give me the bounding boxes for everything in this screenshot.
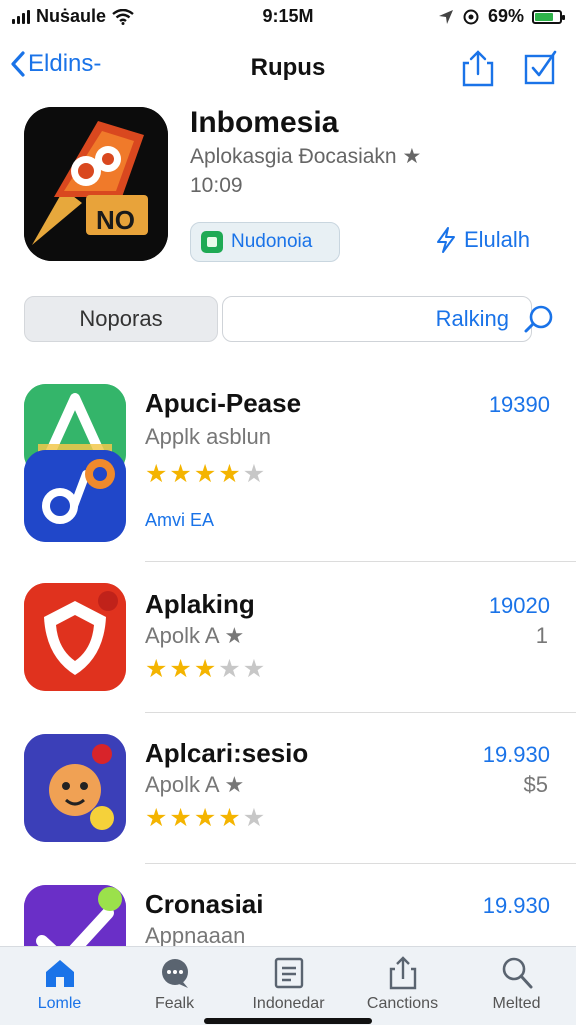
tab-lomle[interactable]: Lomle xyxy=(2,955,117,1013)
star-filled-icon: ★ xyxy=(193,460,217,488)
segment-noporas[interactable]: Noporas xyxy=(24,296,218,342)
tab-bar: Lomle Fealk Indonedar Canctions Melted xyxy=(0,946,576,1025)
tab-label: Melted xyxy=(492,995,541,1012)
app-icon-1b xyxy=(24,450,126,542)
star-empty-icon: ★ xyxy=(218,655,241,683)
battery-fill xyxy=(535,12,553,21)
divider xyxy=(145,561,576,562)
battery-percent: 69% xyxy=(487,6,524,26)
share-icon[interactable] xyxy=(460,48,496,88)
home-icon xyxy=(45,960,74,987)
app-icon-2 xyxy=(24,583,126,691)
status-bar: Nuṡaule 9:15M 69% xyxy=(0,0,576,34)
list-item-subtitle: Applk asblun xyxy=(145,424,271,449)
document-icon xyxy=(274,957,303,989)
search-icon xyxy=(502,957,532,989)
app-icon[interactable]: NO xyxy=(24,107,168,261)
svg-text:NO: NO xyxy=(96,205,135,235)
list-item-subtitle: Apolk A ★ xyxy=(145,623,245,648)
search-icon[interactable] xyxy=(522,302,556,336)
list-item[interactable]: Aplaking Apolk A ★ ★ ★ ★ ★ ★ 19020 1 xyxy=(0,563,576,713)
rating-stars: ★ ★ ★ ★ ★ xyxy=(145,806,265,831)
get-button-label: Nudonoia xyxy=(231,231,313,252)
tab-indonedar[interactable]: Indonedar xyxy=(231,955,346,1013)
battery-icon xyxy=(532,9,565,24)
star-empty-icon: ★ xyxy=(242,655,266,683)
chat-icon xyxy=(161,959,188,988)
list-item-subtitle: Apolk A ★ xyxy=(145,772,245,797)
star-filled-icon: ★ xyxy=(218,460,241,488)
list-item-subtitle: Appnaaan xyxy=(145,923,246,946)
app-icon-4 xyxy=(24,885,126,946)
tab-label: Indonedar xyxy=(252,995,325,1012)
segment-ralking[interactable]: Ralking xyxy=(222,296,532,342)
music-logo-icon xyxy=(24,450,126,542)
share-link-label: Elulalh xyxy=(464,227,531,252)
divider xyxy=(145,712,576,713)
app-subtitle: Aplokasgia Ðocasiakn ★ xyxy=(190,145,422,168)
app-name: Inbomesia xyxy=(190,106,339,139)
list-item-title: Cronasiai xyxy=(145,889,264,919)
star-filled-icon: ★ xyxy=(193,804,217,832)
list-item-title: Apuci-Pease xyxy=(145,388,302,418)
check-logo-icon xyxy=(24,885,126,946)
shield-icon xyxy=(24,583,126,691)
list-item-title: Aplcari:sesio xyxy=(145,738,309,768)
character-logo-icon xyxy=(24,734,126,842)
status-right: 69% xyxy=(438,6,565,27)
list-item-title: Aplaking xyxy=(145,589,255,619)
star-filled-icon: ★ xyxy=(169,804,192,832)
get-button[interactable]: Nudonoia xyxy=(190,222,340,262)
star-filled-icon: ★ xyxy=(145,460,168,488)
tab-melted[interactable]: Melted xyxy=(459,955,574,1013)
star-empty-icon: ★ xyxy=(242,804,266,832)
list-item[interactable]: Apuci-Pease Applk asblun ★ ★ ★ ★ ★ Amvi EA 1… xyxy=(0,380,576,562)
tab-canctions[interactable]: Canctions xyxy=(345,955,460,1013)
app-time: 10:09 xyxy=(190,174,243,197)
home-indicator xyxy=(204,1018,372,1024)
list-item[interactable]: Aplcari:sesio Apolk A ★ ★ ★ ★ ★ ★ 19.930 $5 xyxy=(0,714,576,864)
alarm-icon xyxy=(463,9,479,24)
star-filled-icon: ★ xyxy=(218,804,241,832)
tab-label: Fealk xyxy=(154,995,195,1012)
list-item-meta-label: Amvi EA xyxy=(145,510,215,530)
list-item-price[interactable]: 19.930 xyxy=(483,742,550,768)
location-icon xyxy=(438,9,453,24)
tab-label: Lomle xyxy=(37,995,82,1012)
star-filled-icon: ★ xyxy=(145,655,168,683)
compose-icon[interactable] xyxy=(522,48,558,88)
nav-bar: Eldins- Rupus xyxy=(0,40,576,96)
divider xyxy=(145,863,576,864)
star-filled-icon: ★ xyxy=(193,655,217,683)
app-badge-icon xyxy=(201,231,223,253)
star-empty-icon: ★ xyxy=(242,460,266,488)
list-item-price[interactable]: 19390 xyxy=(489,392,550,418)
share-link[interactable]: Elulalh xyxy=(434,226,530,254)
star-filled-icon: ★ xyxy=(169,655,192,683)
list-item-extra: 1 xyxy=(535,623,548,648)
app-icon-3 xyxy=(24,734,126,842)
list-item-price[interactable]: 19020 xyxy=(489,593,550,619)
list-item-meta: Amvi EA xyxy=(145,510,214,531)
list-item-extra: $5 xyxy=(523,772,548,797)
rating-stars: ★ ★ ★ ★ ★ xyxy=(145,657,265,682)
list-item-price[interactable]: 19.930 xyxy=(483,893,550,919)
tab-label: Canctions xyxy=(366,995,439,1012)
share-icon xyxy=(389,956,416,990)
app-logo-icon: NO xyxy=(24,107,168,261)
lightning-icon xyxy=(437,227,455,253)
list-item[interactable]: Cronasiai Appnaaan 19.930 xyxy=(0,865,576,946)
tab-fealk[interactable]: Fealk xyxy=(117,955,232,1013)
star-filled-icon: ★ xyxy=(169,460,192,488)
rating-stars: ★ ★ ★ ★ ★ xyxy=(145,462,265,487)
star-filled-icon: ★ xyxy=(145,804,168,832)
